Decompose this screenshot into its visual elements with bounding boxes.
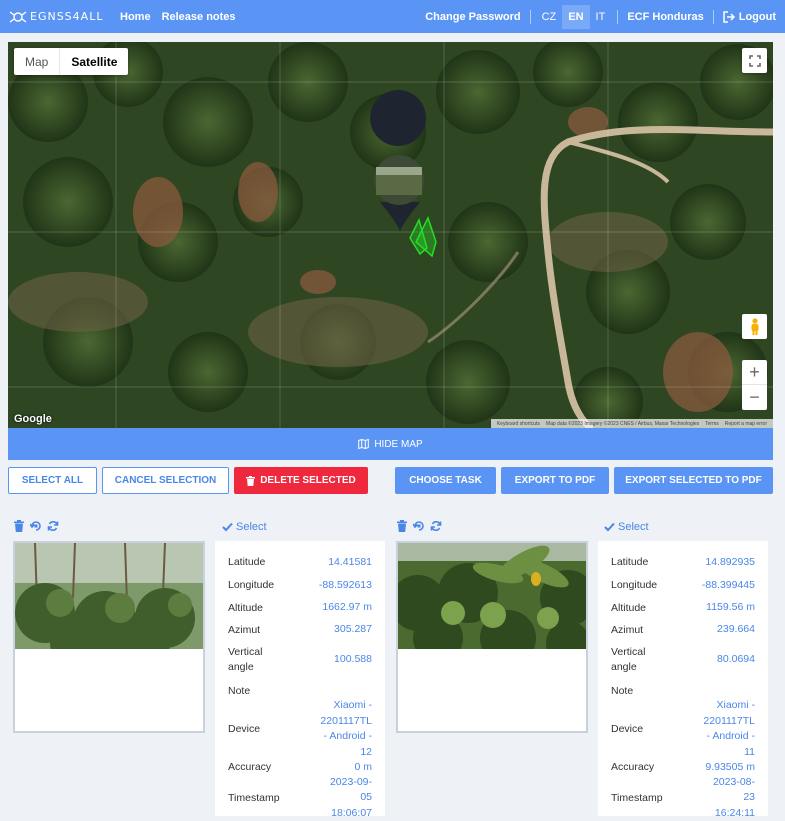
rotate-left-icon[interactable] <box>30 520 42 532</box>
photo-thumbnail[interactable] <box>15 543 203 649</box>
map-view[interactable]: Map Satellite + − Google Keyboard shortc… <box>8 42 773 428</box>
select-label: Select <box>236 521 267 533</box>
nav-change-password[interactable]: Change Password <box>416 0 529 33</box>
nav-organization[interactable]: ECF Honduras <box>618 0 712 33</box>
zoom-control: + − <box>742 360 767 410</box>
photo-details: Latitude 14.892935 Longitude -88.399445 Al… <box>598 541 768 819</box>
logout-button[interactable]: Logout <box>714 0 785 33</box>
pegman-icon <box>751 317 758 335</box>
zoom-in-button[interactable]: + <box>742 360 767 385</box>
nav-home[interactable]: Home <box>120 11 151 23</box>
select-photo-checkbox[interactable]: Select <box>222 521 267 533</box>
zoom-out-button[interactable]: − <box>742 385 767 410</box>
field-device: Device Xiaomi - 2201117TL - Android - 11 <box>611 699 755 758</box>
fullscreen-icon <box>748 54 761 67</box>
trash-icon[interactable] <box>396 520 408 532</box>
rotate-right-icon[interactable] <box>47 520 59 532</box>
street-view-button[interactable] <box>742 314 767 339</box>
brand-name: EGNSS4ALL <box>30 10 104 23</box>
rotate-left-icon[interactable] <box>413 520 425 532</box>
photo-actions <box>396 520 442 532</box>
photo-image <box>398 543 586 649</box>
google-logo: Google <box>14 413 52 425</box>
photo-thumbnail[interactable] <box>398 543 586 649</box>
delete-selected-button[interactable]: DELETE SELECTED <box>234 467 368 494</box>
check-icon <box>604 522 615 532</box>
satellite-icon <box>9 10 27 23</box>
satellite-imagery <box>8 42 773 428</box>
map-attribution: Keyboard shortcuts Map data ©2023 Imager… <box>490 419 773 428</box>
select-label: Select <box>618 521 649 533</box>
hide-map-label: HIDE MAP <box>374 438 423 450</box>
field-longitude: Longitude -88.399445 <box>611 578 755 591</box>
map-type-map[interactable]: Map <box>14 48 59 75</box>
field-vertical-angle: Vertical angle 80.0694 <box>611 646 755 673</box>
photo-image <box>15 543 203 649</box>
check-icon <box>222 522 233 532</box>
field-device: Device Xiaomi - 2201117TL - Android - 12 <box>228 699 372 758</box>
top-navbar: EGNSS4ALL Home Release notes Change Pass… <box>0 0 785 33</box>
field-azimut: Azimut 305.287 <box>228 623 372 636</box>
keyboard-shortcuts-link[interactable]: Keyboard shortcuts <box>497 421 540 427</box>
lang-en[interactable]: EN <box>562 4 590 29</box>
field-altitude: Altitude 1159.56 m <box>611 601 755 614</box>
field-timestamp: Timestamp 2023-09-05 18:06:07 <box>228 775 372 819</box>
logout-label: Logout <box>738 10 776 23</box>
select-all-button[interactable]: SELECT ALL <box>8 467 97 494</box>
logout-icon <box>722 10 735 23</box>
delete-selected-label: DELETE SELECTED <box>260 475 356 486</box>
export-selected-pdf-button[interactable]: EXPORT SELECTED TO PDF <box>614 467 773 494</box>
field-latitude: Latitude 14.41581 <box>228 555 372 568</box>
rotate-right-icon[interactable] <box>430 520 442 532</box>
photo-card[interactable] <box>13 541 205 733</box>
export-pdf-button[interactable]: EXPORT TO PDF <box>501 467 609 494</box>
field-timestamp: Timestamp 2023-08-23 16:24:11 <box>611 775 755 819</box>
map-data-text: Map data ©2023 Imagery ©2023 CNES / Airb… <box>545 420 700 427</box>
photo-actions <box>13 520 59 532</box>
brand-logo[interactable]: EGNSS4ALL <box>8 8 112 26</box>
photo-details: Latitude 14.41581 Longitude -88.592613 Alt… <box>215 541 385 819</box>
select-photo-checkbox[interactable]: Select <box>604 521 649 533</box>
field-azimut: Azimut 239.664 <box>611 623 755 636</box>
fullscreen-button[interactable] <box>742 48 767 73</box>
map-type-satellite[interactable]: Satellite <box>59 48 128 75</box>
trash-icon <box>246 475 256 486</box>
nav-release-notes[interactable]: Release notes <box>162 11 236 23</box>
field-latitude: Latitude 14.892935 <box>611 555 755 568</box>
lang-cz[interactable]: CZ <box>536 5 563 29</box>
cancel-selection-button[interactable]: CANCEL SELECTION <box>102 467 229 494</box>
map-type-control: Map Satellite <box>14 48 129 75</box>
lang-it[interactable]: IT <box>590 5 612 29</box>
report-error-link[interactable]: Report a map error <box>725 421 767 427</box>
trash-icon[interactable] <box>13 520 25 532</box>
terms-link[interactable]: Terms <box>705 421 719 427</box>
field-longitude: Longitude -88.592613 <box>228 578 372 591</box>
choose-task-button[interactable]: CHOOSE TASK <box>395 467 496 494</box>
field-altitude: Altitude 1662.97 m <box>228 601 372 614</box>
photo-card[interactable] <box>396 541 588 733</box>
map-icon <box>358 439 370 449</box>
field-vertical-angle: Vertical angle 100.588 <box>228 646 372 673</box>
hide-map-button[interactable]: HIDE MAP <box>8 428 773 460</box>
